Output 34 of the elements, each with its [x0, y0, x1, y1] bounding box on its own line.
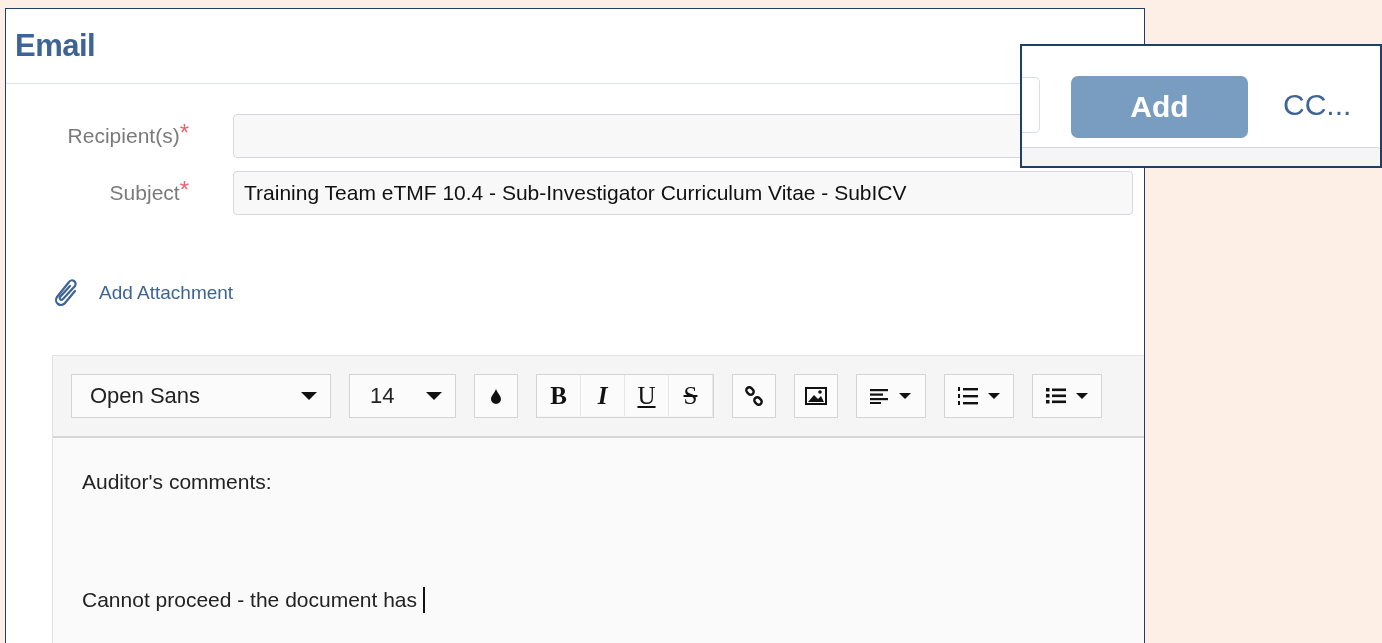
required-mark: *: [179, 124, 189, 142]
body-text: Cannot proceed - the document has: [82, 588, 418, 612]
caret-icon: [425, 391, 443, 401]
format-button[interactable]: S: [669, 375, 713, 416]
caret-icon: [987, 392, 1001, 400]
format-button[interactable]: I: [581, 375, 625, 416]
link-button[interactable]: [732, 374, 776, 418]
align-left-icon: [870, 388, 890, 404]
droplet-icon: [490, 388, 502, 404]
required-mark: *: [179, 181, 189, 199]
cc-link[interactable]: CC...: [1283, 88, 1352, 122]
text-cursor: [423, 587, 426, 613]
image-icon: [805, 387, 827, 405]
align-dropdown[interactable]: [856, 374, 926, 418]
bullet-list-dropdown[interactable]: [1032, 374, 1102, 418]
input-field[interactable]: Training Team eTMF 10.4 - Sub-Investigator Curriculum Vitae - SubICV: [233, 171, 1133, 215]
text-color-button[interactable]: [474, 374, 518, 418]
format-button[interactable]: U: [625, 375, 669, 416]
body-text: Auditor's comments:: [82, 470, 272, 494]
numbered-list-icon: [957, 386, 979, 406]
caret-icon: [300, 391, 318, 401]
field-label: Subject: [109, 181, 180, 205]
caret-icon: [1075, 392, 1089, 400]
font-dropdown[interactable]: Open Sans: [71, 374, 331, 418]
format-button[interactable]: B: [537, 375, 581, 416]
field-label: Recipient(s): [67, 124, 180, 148]
size-dropdown[interactable]: 14: [349, 374, 456, 418]
link-icon: [744, 386, 764, 406]
bullet-list-icon: [1045, 387, 1067, 405]
image-button[interactable]: [794, 374, 838, 418]
window-title: Email: [15, 28, 96, 64]
add-attachment-link[interactable]: Add Attachment: [99, 282, 234, 304]
caret-icon: [898, 392, 912, 400]
numbered-list-dropdown[interactable]: [944, 374, 1014, 418]
